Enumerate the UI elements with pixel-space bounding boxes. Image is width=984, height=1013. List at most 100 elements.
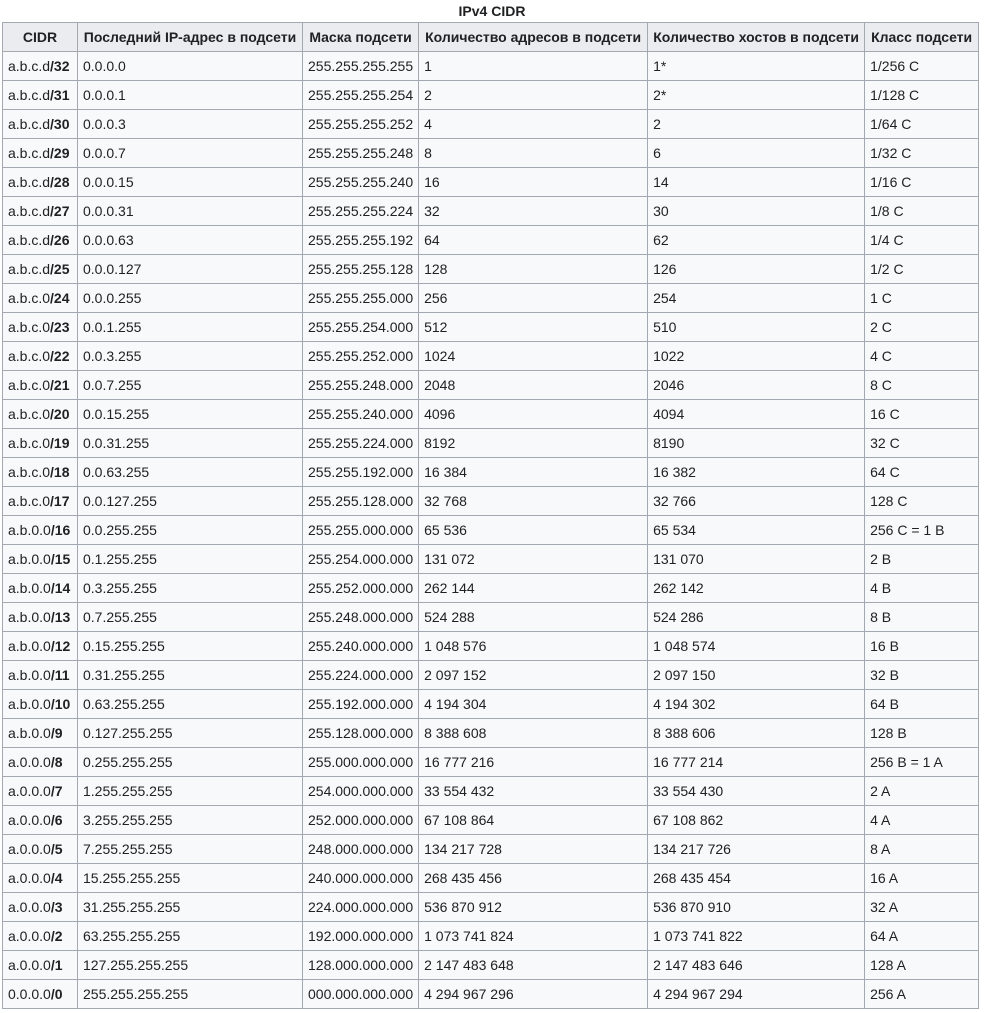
- cidr-base-address: a.0.0.0: [8, 841, 51, 857]
- cell-cidr: a.0.0.0/1: [2, 950, 78, 980]
- cell-host-count: 2 147 483 646: [647, 950, 866, 980]
- cidr-base-address: a.b.0.0: [8, 725, 51, 741]
- table-row: a.0.0.0/7 1.255.255.255 254.000.000.000 33 …: [2, 776, 980, 806]
- cell-subnet-class: 4 B: [864, 573, 980, 603]
- cell-address-count: 8192: [418, 428, 649, 458]
- cell-last-ip: 31.255.255.255: [77, 892, 303, 922]
- table-row: a.b.0.0/11 0.31.255.255 255.224.000.000 2 0…: [2, 660, 980, 690]
- cidr-prefix: /1: [50, 957, 63, 973]
- table-row: a.0.0.0/5 7.255.255.255 248.000.000.000 134…: [2, 834, 980, 864]
- cell-address-count: 1 048 576: [418, 631, 649, 661]
- cell-subnet-class: 1 C: [864, 283, 980, 313]
- cell-mask: 255.255.000.000: [301, 515, 420, 545]
- cell-cidr: a.b.c.d/31: [2, 80, 78, 110]
- cell-last-ip: 0.0.127.255: [77, 486, 303, 516]
- cidr-base-address: a.b.0.0: [8, 551, 51, 567]
- cell-mask: 254.000.000.000: [301, 776, 420, 806]
- cidr-prefix: /16: [50, 522, 71, 538]
- cell-address-count: 268 435 456: [418, 863, 649, 893]
- cell-last-ip: 0.63.255.255: [77, 689, 303, 719]
- cell-subnet-class: 1/128 C: [864, 80, 980, 110]
- table-row: a.0.0.0/4 15.255.255.255 240.000.000.000 26…: [2, 863, 980, 893]
- cidr-prefix: /31: [50, 87, 70, 103]
- cell-last-ip: 0.0.7.255: [77, 370, 303, 400]
- header-last-ip: Последний IP-адрес в подсети: [77, 22, 303, 52]
- cell-host-count: 4094: [647, 399, 866, 429]
- cell-mask: 255.248.000.000: [301, 602, 420, 632]
- table-caption: IPv4 CIDR: [458, 3, 526, 19]
- cell-cidr: a.0.0.0/8: [2, 747, 78, 777]
- cell-mask: 255.254.000.000: [301, 544, 420, 574]
- cell-address-count: 16: [418, 167, 649, 197]
- cell-address-count: 2 097 152: [418, 660, 649, 690]
- cell-cidr: a.0.0.0/2: [2, 921, 78, 951]
- cell-cidr: a.b.c.0/24: [2, 283, 78, 313]
- table-row: a.b.c.0/23 0.0.1.255 255.255.254.000 512 510…: [2, 312, 980, 342]
- cidr-base-address: a.b.c.0: [8, 464, 51, 480]
- cell-subnet-class: 1/8 C: [864, 196, 980, 226]
- cell-host-count: 1 073 741 822: [647, 921, 866, 951]
- cell-cidr: a.b.0.0/14: [2, 573, 78, 603]
- cidr-prefix: /12: [50, 638, 71, 654]
- cell-host-count: 16 777 214: [647, 747, 866, 777]
- cell-last-ip: 0.127.255.255: [77, 718, 303, 748]
- cell-cidr: a.b.c.d/27: [2, 196, 78, 226]
- cell-host-count: 30: [647, 196, 866, 226]
- cidr-prefix: /5: [50, 841, 63, 857]
- cidr-prefix: /20: [50, 406, 70, 422]
- cell-address-count: 16 777 216: [418, 747, 649, 777]
- cidr-prefix: /6: [50, 812, 63, 828]
- cell-subnet-class: 32 C: [864, 428, 980, 458]
- cell-address-count: 32 768: [418, 486, 649, 516]
- cidr-base-address: a.b.0.0: [8, 522, 51, 538]
- cell-mask: 255.255.255.255: [301, 51, 420, 81]
- cidr-prefix: /24: [50, 290, 70, 306]
- cidr-prefix: /3: [50, 899, 63, 915]
- cell-mask: 255.240.000.000: [301, 631, 420, 661]
- cell-address-count: 2: [418, 80, 649, 110]
- cell-last-ip: 0.0.15.255: [77, 399, 303, 429]
- cell-subnet-class: 256 A: [864, 979, 980, 1009]
- cidr-prefix: /9: [50, 725, 63, 741]
- table-row: a.0.0.0/2 63.255.255.255 192.000.000.000 1 …: [2, 921, 980, 951]
- cidr-base-address: a.0.0.0: [8, 754, 51, 770]
- cidr-base-address: a.b.c.d: [8, 145, 51, 161]
- table-row: a.0.0.0/8 0.255.255.255 255.000.000.000 16 …: [2, 747, 980, 777]
- cell-last-ip: 0.0.0.15: [77, 167, 303, 197]
- cidr-prefix: /14: [50, 580, 71, 596]
- cell-host-count: 1 048 574: [647, 631, 866, 661]
- cell-last-ip: 0.0.63.255: [77, 457, 303, 487]
- cell-address-count: 32: [418, 196, 649, 226]
- cell-subnet-class: 8 B: [864, 602, 980, 632]
- cell-cidr: a.b.c.d/32: [2, 51, 78, 81]
- cell-last-ip: 0.7.255.255: [77, 602, 303, 632]
- table-row: a.b.c.d/30 0.0.0.3 255.255.255.252 4 2 1/64 C: [2, 109, 980, 139]
- cidr-prefix: /26: [50, 232, 70, 248]
- cell-cidr: 0.0.0.0/0: [2, 979, 78, 1009]
- cell-subnet-class: 1/4 C: [864, 225, 980, 255]
- cell-subnet-class: 128 C: [864, 486, 980, 516]
- cell-cidr: a.0.0.0/5: [2, 834, 78, 864]
- table-row: a.b.c.0/20 0.0.15.255 255.255.240.000 4096 4…: [2, 399, 980, 429]
- cidr-base-address: a.b.c.d: [8, 116, 51, 132]
- cidr-base-address: a.b.c.0: [8, 319, 51, 335]
- cell-host-count: 67 108 862: [647, 805, 866, 835]
- table-row: a.0.0.0/6 3.255.255.255 252.000.000.000 67 …: [2, 805, 980, 835]
- cell-host-count: 262 142: [647, 573, 866, 603]
- cell-cidr: a.b.0.0/16: [2, 515, 78, 545]
- table-row: a.b.c.d/31 0.0.0.1 255.255.255.254 2 2* 1/128…: [2, 80, 980, 110]
- cell-mask: 255.128.000.000: [301, 718, 420, 748]
- cidr-prefix: /21: [50, 377, 70, 393]
- cell-address-count: 4 194 304: [418, 689, 649, 719]
- cell-mask: 255.255.255.252: [301, 109, 420, 139]
- cell-last-ip: 1.255.255.255: [77, 776, 303, 806]
- cidr-prefix: /11: [50, 667, 70, 683]
- header-subnet-class: Класс подсети: [864, 22, 980, 52]
- cell-host-count: 4 294 967 294: [647, 979, 866, 1009]
- cell-last-ip: 7.255.255.255: [77, 834, 303, 864]
- cell-subnet-class: 1/16 C: [864, 167, 980, 197]
- cell-host-count: 2046: [647, 370, 866, 400]
- cell-address-count: 131 072: [418, 544, 649, 574]
- cell-last-ip: 0.0.31.255: [77, 428, 303, 458]
- cidr-base-address: a.b.0.0: [8, 609, 51, 625]
